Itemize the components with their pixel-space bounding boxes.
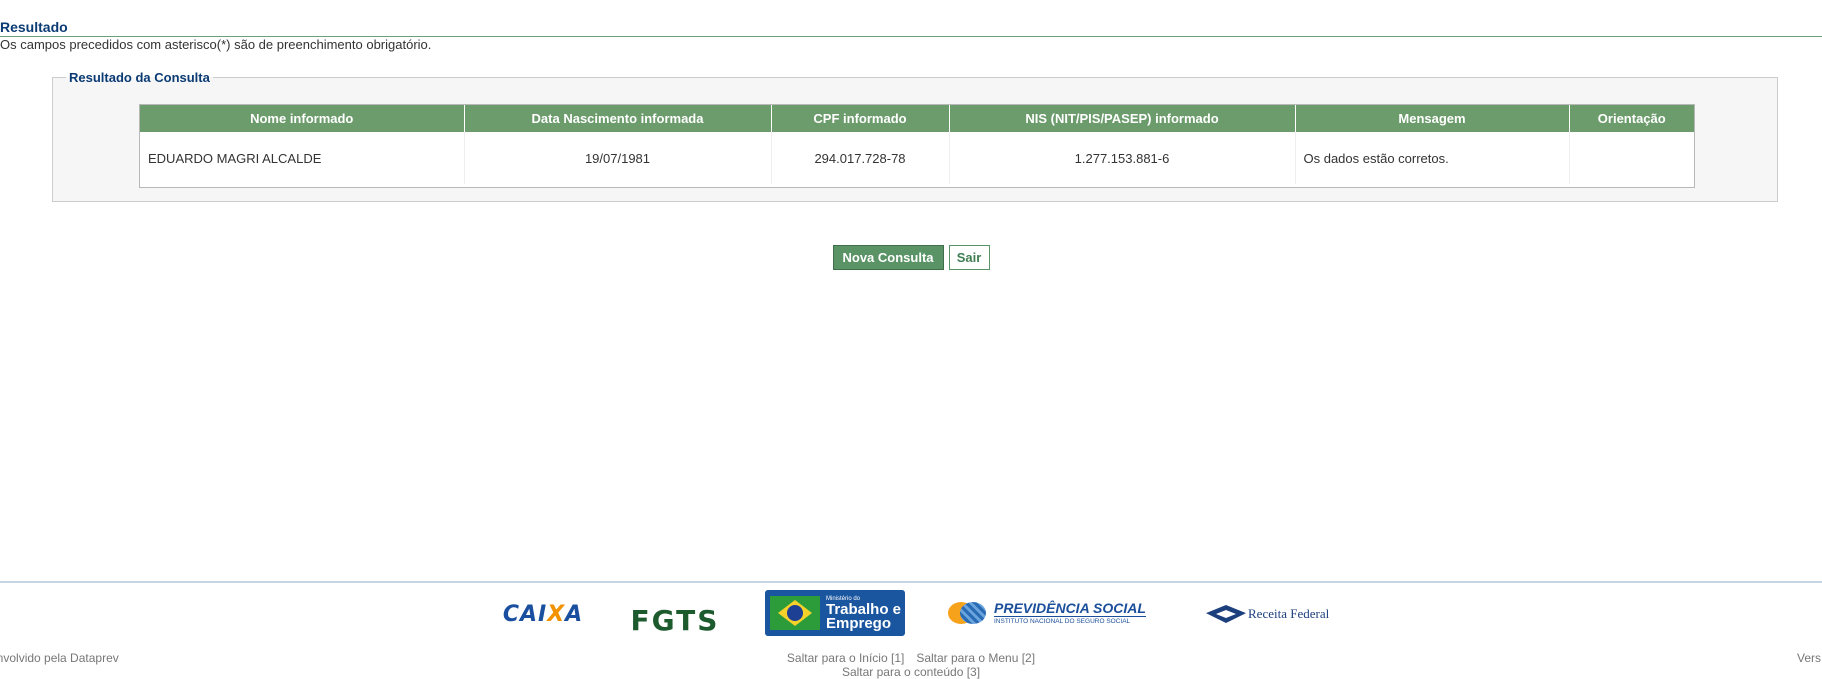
accessibility-links: Saltar para o Início [1] Saltar para o Me… (0, 651, 1822, 679)
action-buttons: Nova Consulta Sair (0, 245, 1822, 270)
cell-mensagem: Os dados estão corretos. (1295, 132, 1570, 184)
cell-orientacao (1569, 132, 1694, 184)
result-legend: Resultado da Consulta (69, 70, 210, 85)
skip-to-start-link[interactable]: Saltar para o Início [1] (787, 651, 904, 665)
caixa-logo: CAI X A (502, 601, 584, 627)
column-header-orientacao: Orientação (1569, 105, 1694, 132)
previdencia-social-logo: PREVIDÊNCIA SOCIAL INSTITUTO NACIONAL DO… (948, 596, 1163, 630)
cell-nome: EDUARDO MAGRI ALCALDE (140, 132, 465, 184)
cell-data-nascimento: 19/07/1981 (464, 132, 772, 184)
column-header-mensagem: Mensagem (1295, 105, 1570, 132)
footer-divider (0, 581, 1822, 583)
column-header-cpf: CPF informado (771, 105, 950, 132)
skip-to-menu-link[interactable]: Saltar para o Menu [2] (916, 651, 1035, 665)
cell-cpf: 294.017.728-78 (771, 132, 950, 184)
table-header-row: Nome informado Data Nascimento informada… (140, 105, 1694, 132)
trabalho-emprego-logo: Ministério do Trabalho e Emprego (765, 590, 905, 636)
mte-line2: Emprego (826, 614, 892, 632)
table-row: EDUARDO MAGRI ALCALDE 19/07/1981 294.017… (140, 132, 1694, 184)
receita-federal-mark-icon (1206, 601, 1246, 627)
previdencia-subtitle: INSTITUTO NACIONAL DO SEGURO SOCIAL (994, 616, 1146, 626)
receita-federal-text: Receita Federal (1248, 606, 1330, 621)
receita-federal-logo: Receita Federal (1206, 598, 1336, 630)
result-table: Nome informado Data Nascimento informada… (140, 105, 1694, 184)
column-header-nis: NIS (NIT/PIS/PASEP) informado (949, 105, 1296, 132)
exit-button[interactable]: Sair (948, 245, 990, 270)
required-fields-note: Os campos precedidos com asterisco(*) sã… (0, 37, 432, 52)
skip-to-content-link[interactable]: Saltar para o conteúdo [3] (842, 665, 980, 679)
brazil-flag-icon (770, 596, 820, 630)
column-header-data-nascimento: Data Nascimento informada (464, 105, 772, 132)
column-header-nome: Nome informado (140, 105, 465, 132)
previdencia-title: PREVIDÊNCIA SOCIAL (994, 600, 1146, 616)
previdencia-emblem-icon (948, 598, 990, 628)
page-title: Resultado (0, 19, 68, 35)
result-table-container: Nome informado Data Nascimento informada… (139, 104, 1695, 188)
fgts-logo: FGTS (630, 603, 720, 637)
new-query-button[interactable]: Nova Consulta (832, 245, 944, 270)
cell-nis: 1.277.153.881-6 (949, 132, 1296, 184)
